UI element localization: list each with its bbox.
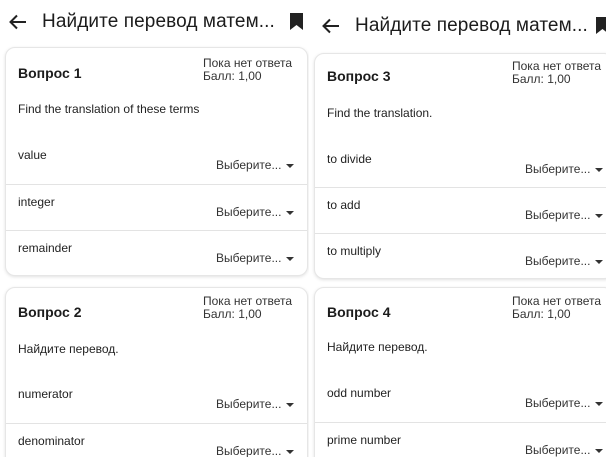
match-row: to divide Выберите... bbox=[315, 142, 606, 188]
term-label: denominator bbox=[18, 434, 85, 448]
question-prompt: Найдите перевод. bbox=[327, 340, 428, 354]
caret-down-icon bbox=[286, 163, 295, 168]
answer-select[interactable]: Выберите... bbox=[525, 254, 604, 268]
select-value: Выберите... bbox=[525, 254, 591, 268]
right-screen: Найдите перевод матем... Вопрос 3 Пока н… bbox=[309, 0, 606, 457]
caret-down-icon bbox=[286, 256, 295, 261]
question-status: Пока нет ответа Балл: 1,00 bbox=[203, 295, 292, 321]
select-value: Выберите... bbox=[525, 208, 591, 222]
bookmark-icon[interactable] bbox=[290, 13, 303, 30]
page-title: Найдите перевод матем... bbox=[355, 15, 588, 36]
term-label: to add bbox=[327, 198, 361, 212]
caret-down-icon bbox=[595, 213, 604, 218]
caret-down-icon bbox=[595, 167, 604, 172]
select-value: Выберите... bbox=[216, 158, 282, 172]
question-prompt: Find the translation of these terms bbox=[18, 102, 200, 116]
question-title: Вопрос 1 bbox=[18, 65, 82, 81]
app-bar: Найдите перевод матем... bbox=[0, 0, 309, 44]
caret-down-icon bbox=[286, 402, 295, 407]
match-row: denominator Выберите... bbox=[6, 423, 307, 457]
page-title: Найдите перевод матем... bbox=[42, 11, 275, 32]
match-row: value Выберите... bbox=[6, 138, 307, 184]
question-score: Балл: 1,00 bbox=[512, 72, 571, 86]
match-row: to add Выберите... bbox=[315, 187, 606, 233]
back-arrow-icon[interactable] bbox=[8, 12, 28, 32]
bookmark-icon[interactable] bbox=[596, 17, 606, 34]
match-row: integer Выберите... bbox=[6, 184, 307, 230]
question-prompt: Find the translation. bbox=[327, 106, 433, 120]
app-bar: Найдите перевод матем... bbox=[309, 4, 606, 48]
question-status: Пока нет ответа Балл: 1,00 bbox=[203, 57, 292, 83]
select-value: Выберите... bbox=[216, 397, 282, 411]
question-card-2: Вопрос 2 Пока нет ответа Балл: 1,00 Найд… bbox=[5, 287, 308, 457]
caret-down-icon bbox=[286, 449, 295, 454]
answer-select[interactable]: Выберите... bbox=[216, 158, 295, 172]
term-label: integer bbox=[18, 195, 55, 209]
select-value: Выберите... bbox=[216, 444, 282, 457]
term-label: numerator bbox=[18, 387, 73, 401]
select-value: Выберите... bbox=[216, 205, 282, 219]
question-prompt: Найдите перевод. bbox=[18, 342, 119, 356]
answer-select[interactable]: Выберите... bbox=[216, 397, 295, 411]
question-score: Балл: 1,00 bbox=[203, 307, 262, 321]
match-row: to multiply Выберите... bbox=[315, 233, 606, 278]
select-value: Выберите... bbox=[525, 443, 591, 457]
left-screen: Найдите перевод матем... Вопрос 1 Пока н… bbox=[0, 0, 309, 457]
match-row: remainder Выберите... bbox=[6, 230, 307, 275]
caret-down-icon bbox=[595, 401, 604, 406]
term-label: odd number bbox=[327, 386, 392, 400]
answer-select[interactable]: Выберите... bbox=[216, 251, 295, 265]
answer-select[interactable]: Выберите... bbox=[216, 444, 295, 457]
match-row: odd number Выберите... bbox=[315, 376, 606, 422]
term-label: prime number bbox=[327, 433, 402, 447]
answer-select[interactable]: Выберите... bbox=[525, 396, 604, 410]
question-score: Балл: 1,00 bbox=[512, 307, 571, 321]
term-label: to divide bbox=[327, 152, 372, 166]
caret-down-icon bbox=[595, 448, 604, 453]
term-label: value bbox=[18, 148, 47, 162]
caret-down-icon bbox=[595, 259, 604, 264]
answer-select[interactable]: Выберите... bbox=[525, 208, 604, 222]
question-status: Пока нет ответа Балл: 1,00 bbox=[512, 60, 601, 86]
question-card-4: Вопрос 4 Пока нет ответа Балл: 1,00 Найд… bbox=[314, 287, 606, 457]
answer-select[interactable]: Выберите... bbox=[216, 205, 295, 219]
question-title: Вопрос 2 bbox=[18, 304, 82, 320]
question-card-1: Вопрос 1 Пока нет ответа Балл: 1,00 Find… bbox=[5, 47, 308, 276]
term-label: to multiply bbox=[327, 244, 382, 258]
question-status: Пока нет ответа Балл: 1,00 bbox=[512, 295, 601, 321]
match-row: prime number Выберите... bbox=[315, 422, 606, 457]
question-score: Балл: 1,00 bbox=[203, 69, 262, 83]
answer-select[interactable]: Выберите... bbox=[525, 443, 604, 457]
back-arrow-icon[interactable] bbox=[321, 16, 341, 36]
answer-select[interactable]: Выберите... bbox=[525, 162, 604, 176]
question-title: Вопрос 3 bbox=[327, 68, 391, 84]
caret-down-icon bbox=[286, 210, 295, 215]
select-value: Выберите... bbox=[525, 396, 591, 410]
question-card-3: Вопрос 3 Пока нет ответа Балл: 1,00 Find… bbox=[314, 53, 606, 279]
select-value: Выберите... bbox=[216, 251, 282, 265]
select-value: Выберите... bbox=[525, 162, 591, 176]
question-title: Вопрос 4 bbox=[327, 304, 391, 320]
match-row: numerator Выберите... bbox=[6, 377, 307, 423]
term-label: remainder bbox=[18, 241, 73, 255]
